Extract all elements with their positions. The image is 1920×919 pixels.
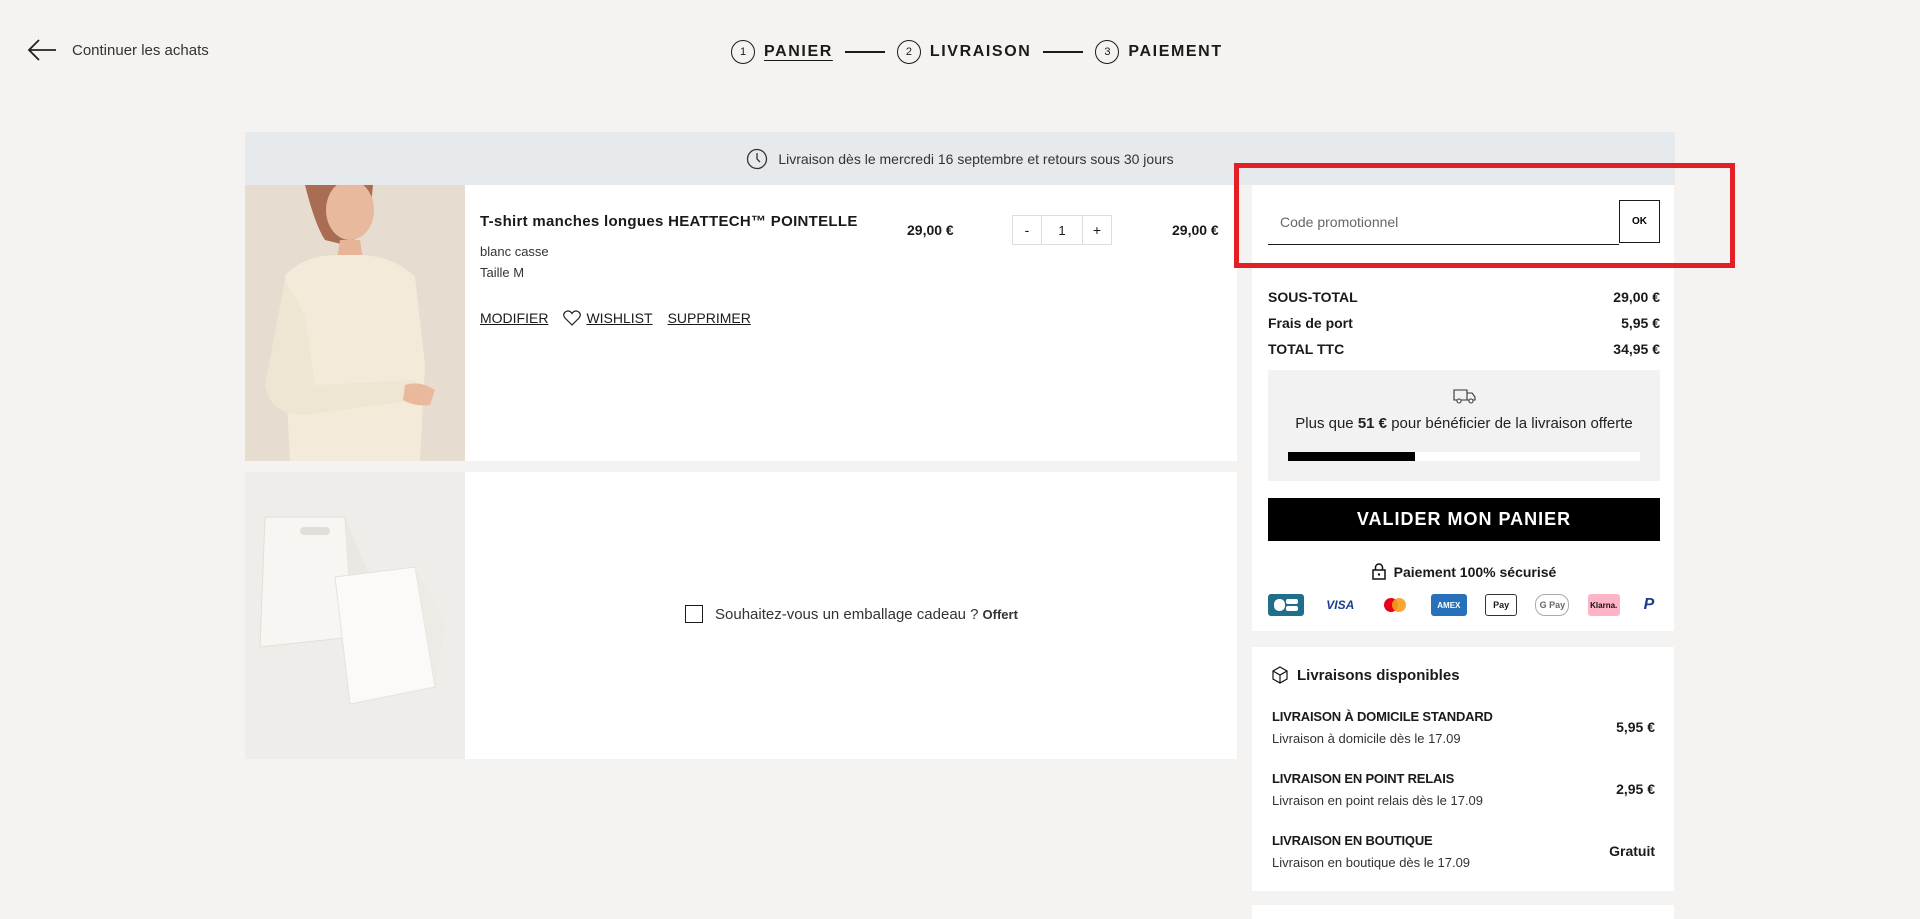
product-size: Taille M — [480, 265, 525, 280]
gift-wrap-option: Souhaitez-vous un emballage cadeau ? Off… — [685, 605, 1018, 623]
delete-link[interactable]: SUPPRIMER — [668, 310, 751, 326]
delivery-options-title-text: Livraisons disponibles — [1297, 666, 1460, 684]
delivery-option-price: Gratuit — [1609, 843, 1655, 859]
gift-bag-photo — [245, 472, 465, 759]
gift-wrap-checkbox[interactable] — [685, 605, 703, 623]
shipping-label: Frais de port — [1268, 315, 1353, 331]
delivery-option-name: LIVRAISON EN POINT RELAIS — [1272, 771, 1455, 786]
step-cart[interactable]: 1 PANIER — [731, 40, 833, 64]
step-delivery: 2 LIVRAISON — [896, 40, 1032, 64]
amex-icon: AMEX — [1430, 594, 1467, 616]
delivery-option-price: 2,95 € — [1616, 781, 1655, 797]
line-total: 29,00 € — [1172, 222, 1219, 238]
free-shipping-progress — [1288, 452, 1640, 461]
wishlist-label: WISHLIST — [586, 310, 653, 326]
step-number: 1 — [731, 40, 755, 64]
paypal-icon: P — [1643, 596, 1655, 613]
product-color: blanc casse — [480, 244, 549, 259]
step-payment: 3 PAIEMENT — [1095, 40, 1222, 64]
gift-wrap-image — [245, 472, 465, 759]
delivery-option-sub: Livraison en point relais dès le 17.09 — [1272, 793, 1484, 808]
decrease-quantity-button[interactable]: - — [1012, 215, 1042, 245]
quantity-stepper: - 1 + — [1012, 215, 1112, 245]
klarna-icon: Klarna. — [1587, 594, 1620, 616]
package-icon — [1272, 666, 1288, 684]
product-image[interactable] — [245, 185, 465, 461]
subtotal-label: SOUS-TOTAL — [1268, 289, 1358, 305]
step-label: PAIEMENT — [1128, 43, 1223, 60]
clock-icon — [747, 148, 768, 169]
unit-price: 29,00 € — [907, 222, 954, 238]
gift-wrap-offer: Offert — [982, 606, 1018, 622]
delivery-option-sub: Livraison en boutique dès le 17.09 — [1272, 855, 1471, 870]
delivery-option-name: LIVRAISON À DOMICILE STANDARD — [1272, 709, 1493, 724]
delivery-options-title: Livraisons disponibles — [1272, 666, 1460, 684]
free-shipping-progress-fill — [1288, 452, 1415, 461]
checkout-steps: 1 PANIER 2 LIVRAISON 3 PAIEMENT — [731, 40, 1223, 64]
delivery-banner-text: Livraison dès le mercredi 16 septembre e… — [778, 150, 1174, 167]
free-shipping-amount: 51 € — [1357, 415, 1388, 432]
step-divider — [1043, 51, 1084, 53]
lock-icon — [1371, 563, 1386, 580]
truck-icon — [1453, 389, 1476, 404]
step-number: 2 — [896, 40, 921, 64]
product-name[interactable]: T-shirt manches longues HEATTECH™ POINTE… — [480, 213, 858, 230]
delivery-option-price: 5,95 € — [1616, 719, 1655, 735]
wishlist-link[interactable]: WISHLIST — [563, 310, 653, 326]
visa-icon: VISA — [1326, 598, 1355, 612]
delivery-option-sub: Livraison à domicile dès le 17.09 — [1272, 731, 1461, 746]
secure-payment: Paiement 100% sécurisé — [1268, 563, 1660, 580]
arrow-left-icon — [27, 39, 56, 61]
continue-shopping-label: Continuer les achats — [72, 41, 209, 59]
apple-pay-icon: Pay — [1485, 594, 1518, 616]
total-label: TOTAL TTC — [1268, 341, 1345, 357]
mastercard-icon — [1377, 594, 1413, 616]
quantity-value[interactable]: 1 — [1042, 215, 1082, 245]
increase-quantity-button[interactable]: + — [1082, 215, 1112, 245]
step-divider — [844, 51, 885, 53]
payment-methods: VISA AMEX Pay G Pay Klarna. P — [1268, 594, 1660, 616]
product-actions: MODIFIER WISHLIST SUPPRIMER — [480, 310, 751, 326]
subtotal-row: SOUS-TOTAL 29,00 € — [1268, 289, 1660, 305]
secure-payment-label: Paiement 100% sécurisé — [1393, 563, 1557, 580]
heart-icon — [563, 310, 582, 326]
next-card — [1252, 905, 1674, 919]
gift-wrap-label: Souhaitez-vous un emballage cadeau ? — [715, 605, 979, 623]
free-shipping-suffix: pour bénéficier de la livraison offerte — [1391, 415, 1633, 432]
step-label: PANIER — [764, 43, 833, 60]
google-pay-icon: G Pay — [1535, 594, 1570, 616]
free-shipping-box: Plus que 51 € pour bénéficier de la livr… — [1268, 370, 1660, 481]
promo-highlight-frame — [1234, 163, 1735, 268]
step-number: 3 — [1095, 40, 1120, 64]
subtotal-value: 29,00 € — [1613, 289, 1660, 305]
total-row: TOTAL TTC 34,95 € — [1268, 341, 1660, 357]
free-shipping-prefix: Plus que — [1295, 415, 1354, 432]
cb-icon — [1268, 594, 1304, 616]
validate-cart-button[interactable]: VALIDER MON PANIER — [1268, 498, 1660, 541]
shipping-value: 5,95 € — [1621, 315, 1660, 331]
shipping-row: Frais de port 5,95 € — [1268, 315, 1660, 331]
delivery-option-name: LIVRAISON EN BOUTIQUE — [1272, 833, 1433, 848]
free-shipping-text: Plus que 51 € pour bénéficier de la livr… — [1268, 415, 1660, 432]
modify-link[interactable]: MODIFIER — [480, 310, 548, 326]
total-value: 34,95 € — [1613, 341, 1660, 357]
step-label: LIVRAISON — [929, 43, 1032, 60]
continue-shopping-link[interactable]: Continuer les achats — [26, 38, 209, 62]
product-photo — [245, 185, 465, 461]
